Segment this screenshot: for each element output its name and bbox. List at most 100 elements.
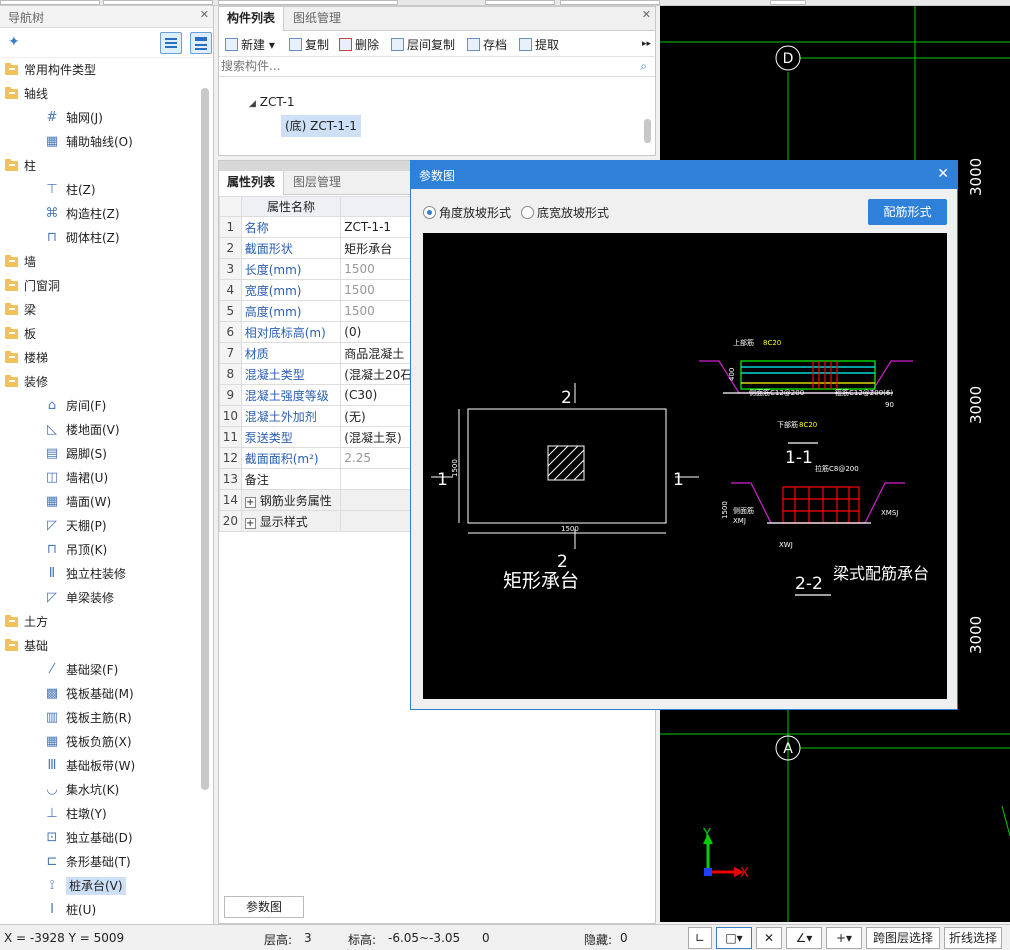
archive-button[interactable]: 存档 xyxy=(467,36,507,53)
close-icon[interactable]: ✕ xyxy=(200,8,209,21)
nav-subitem[interactable]: ⁄ 基础梁(F) xyxy=(0,658,213,682)
property-row[interactable]: 3 长度(mm) 1500 xyxy=(219,258,419,280)
nav-category[interactable]: 轴线 xyxy=(0,82,213,106)
property-value[interactable]: (混凝土泵) xyxy=(340,426,419,448)
tree-root-item[interactable]: ◢ ZCT-1 xyxy=(249,95,295,109)
detail-view-icon[interactable] xyxy=(190,32,212,54)
pin-icon[interactable]: ✦ xyxy=(8,34,20,50)
nav-subitem[interactable]: ▥ 筏板主筋(R) xyxy=(0,706,213,730)
top-field[interactable] xyxy=(103,0,213,5)
property-value[interactable]: 商品混凝土 xyxy=(340,342,419,364)
nav-subitem[interactable]: ⊡ 独立基础(D) xyxy=(0,826,213,850)
property-value[interactable]: ZCT-1-1 xyxy=(340,216,419,238)
nav-subitem[interactable]: ◺ 楼地面(V) xyxy=(0,418,213,442)
search-input[interactable] xyxy=(219,57,619,75)
property-row[interactable]: 2 截面形状 矩形承台 xyxy=(219,237,419,259)
property-value[interactable]: 1500 xyxy=(340,258,419,280)
close-icon[interactable]: ✕ xyxy=(642,8,651,21)
nav-subitem[interactable]: ◫ 墙裙(U) xyxy=(0,466,213,490)
property-value[interactable]: (混凝土20石 xyxy=(340,363,419,385)
nav-subitem[interactable]: ◸ 单梁装修 xyxy=(0,586,213,610)
expand-plus-icon[interactable]: + xyxy=(244,517,256,529)
delete-button[interactable]: 删除 xyxy=(339,36,379,53)
nav-subitem[interactable]: ⊤ 柱(Z) xyxy=(0,178,213,202)
search-icon[interactable]: ⌕ xyxy=(640,59,647,74)
property-row[interactable]: 11 泵送类型 (混凝土泵) xyxy=(219,426,419,448)
dynamic-input-icon[interactable]: +▾ xyxy=(826,927,862,949)
property-row[interactable]: 1 名称 ZCT-1-1 xyxy=(219,216,419,238)
nav-category[interactable]: 楼梯 xyxy=(0,346,213,370)
nav-subitem[interactable]: ◸ 天棚(P) xyxy=(0,514,213,538)
rebar-form-button[interactable]: 配筋形式 xyxy=(868,199,947,225)
nav-category[interactable]: 板 xyxy=(0,322,213,346)
property-row[interactable]: 4 宽度(mm) 1500 xyxy=(219,279,419,301)
tab-property-list[interactable]: 属性列表 xyxy=(219,171,285,195)
property-value[interactable] xyxy=(340,510,419,532)
tree-child-item[interactable]: (底) ZCT-1-1 xyxy=(281,115,361,137)
list-view-icon[interactable] xyxy=(160,32,182,54)
property-value[interactable]: 1500 xyxy=(340,300,419,322)
nav-subitem[interactable]: # 轴网(J) xyxy=(0,106,213,130)
property-value[interactable] xyxy=(340,489,419,511)
nav-subitem[interactable]: ▦ 墙面(W) xyxy=(0,490,213,514)
property-value[interactable]: (C30) xyxy=(340,384,419,406)
angle-icon[interactable]: ∠▾ xyxy=(786,927,822,949)
property-value[interactable]: 2.25 xyxy=(340,447,419,469)
nav-subitem[interactable]: Ι 桩(U) xyxy=(0,898,213,922)
top-field[interactable] xyxy=(770,0,806,5)
extract-button[interactable]: 提取 xyxy=(519,36,559,53)
more-icon[interactable]: ▸▸ xyxy=(642,39,651,49)
copy-button[interactable]: 复制 xyxy=(289,36,329,53)
nav-subitem[interactable]: Ⅱ 独立柱装修 xyxy=(0,562,213,586)
ortho-icon[interactable]: ∟ xyxy=(688,927,712,949)
property-row[interactable]: 9 混凝土强度等级 (C30) xyxy=(219,384,419,406)
property-row[interactable]: 10 混凝土外加剂 (无) xyxy=(219,405,419,427)
property-row[interactable]: 8 混凝土类型 (混凝土20石 xyxy=(219,363,419,385)
nav-subitem[interactable]: ⟟ 桩承台(V) xyxy=(0,874,213,898)
property-row[interactable]: 20 + 显示样式 xyxy=(219,510,419,532)
component-scrollbar[interactable] xyxy=(644,119,651,143)
nav-category[interactable]: 基础 xyxy=(0,634,213,658)
nav-category[interactable]: 墙 xyxy=(0,250,213,274)
nav-category[interactable]: 常用构件类型 xyxy=(0,58,213,82)
tab-component-list[interactable]: 构件列表 xyxy=(219,7,285,31)
top-field[interactable] xyxy=(485,0,555,5)
nav-subitem[interactable]: ⊥ 柱墩(Y) xyxy=(0,802,213,826)
nav-category[interactable]: 装修 xyxy=(0,370,213,394)
property-value[interactable]: (0) xyxy=(340,321,419,343)
property-row[interactable]: 5 高度(mm) 1500 xyxy=(219,300,419,322)
nav-subitem[interactable]: Ⅲ 基础板带(W) xyxy=(0,754,213,778)
nav-category[interactable]: 柱 xyxy=(0,154,213,178)
nav-category[interactable]: 梁 xyxy=(0,298,213,322)
nav-category[interactable]: 土方 xyxy=(0,610,213,634)
tab-drawing-manage[interactable]: 图纸管理 xyxy=(285,7,349,31)
snap-icon[interactable]: □▾ xyxy=(716,927,752,949)
top-field[interactable] xyxy=(0,0,100,5)
floor-copy-button[interactable]: 层间复制 xyxy=(391,36,455,53)
cross-select-icon[interactable]: ✕ xyxy=(756,927,782,949)
radio-angle-slope[interactable]: 角度放坡形式 xyxy=(423,204,511,221)
nav-subitem[interactable]: ⊓ 砌体柱(Z) xyxy=(0,226,213,250)
nav-subitem[interactable]: ▩ 筏板基础(M) xyxy=(0,682,213,706)
nav-subitem[interactable]: ▦ 辅助轴线(O) xyxy=(0,130,213,154)
close-icon[interactable]: ✕ xyxy=(937,166,949,182)
tab-param-diagram[interactable]: 参数图 xyxy=(224,896,304,918)
property-value[interactable]: 矩形承台 xyxy=(340,237,419,259)
top-field[interactable] xyxy=(218,0,398,5)
property-row[interactable]: 6 相对底标高(m) (0) xyxy=(219,321,419,343)
radio-width-slope[interactable]: 底宽放坡形式 xyxy=(521,204,609,221)
property-value[interactable]: (无) xyxy=(340,405,419,427)
nav-subitem[interactable]: ⌘ 构造柱(Z) xyxy=(0,202,213,226)
tab-layer-manage[interactable]: 图层管理 xyxy=(285,171,349,195)
property-row[interactable]: 14 + 钢筋业务属性 xyxy=(219,489,419,511)
nav-subitem[interactable]: ◡ 集水坑(K) xyxy=(0,778,213,802)
nav-category[interactable]: 门窗洞 xyxy=(0,274,213,298)
new-button[interactable]: 新建 ▾ xyxy=(225,36,275,53)
expand-icon[interactable]: ◢ xyxy=(249,99,256,109)
nav-subitem[interactable]: ▦ 筏板负筋(X) xyxy=(0,730,213,754)
nav-scrollbar[interactable] xyxy=(201,88,209,790)
nav-subitem[interactable]: ▤ 踢脚(S) xyxy=(0,442,213,466)
property-value[interactable] xyxy=(340,468,419,490)
cross-layer-select-button[interactable]: 跨图层选择 xyxy=(866,927,940,949)
nav-subitem[interactable]: ⊓ 吊顶(K) xyxy=(0,538,213,562)
